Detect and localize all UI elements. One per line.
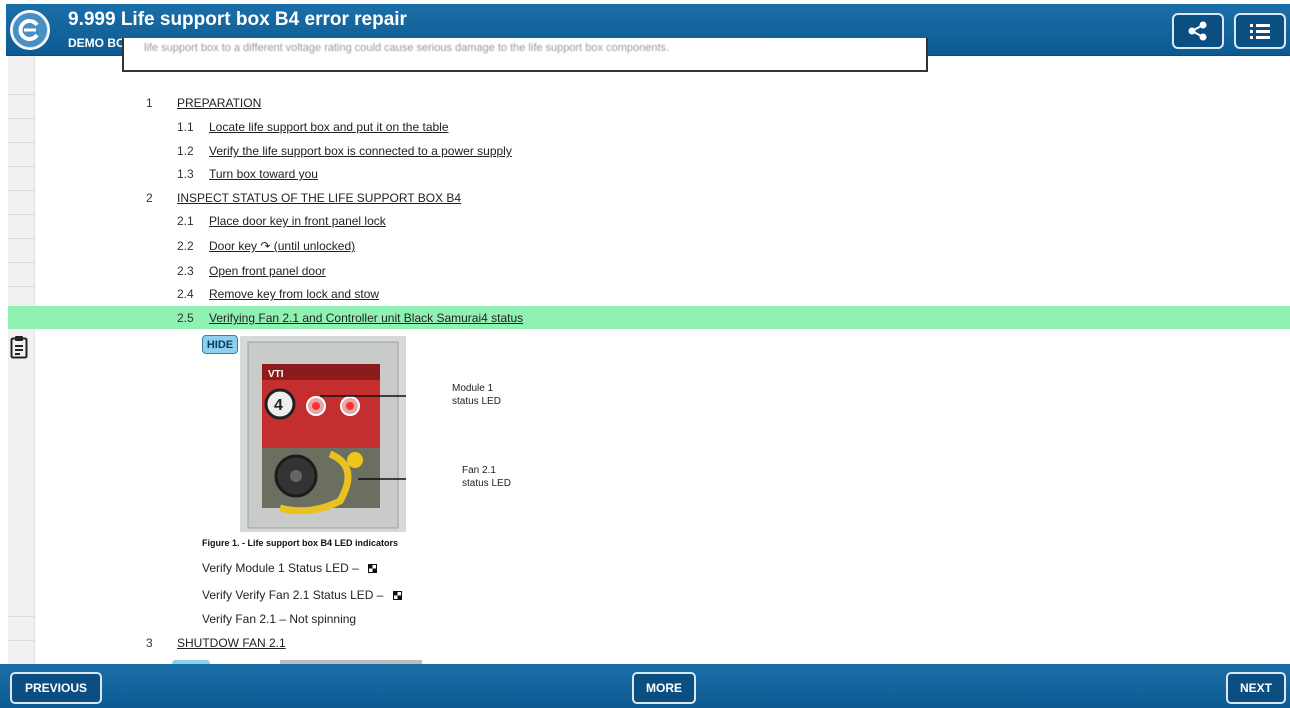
step-text[interactable]: Open front panel door (209, 264, 326, 278)
menu-button[interactable] (1234, 13, 1286, 49)
step-text[interactable]: Verify the life support box is connected… (209, 144, 512, 158)
step-number: 1 (146, 96, 153, 110)
step-number: 2.4 (177, 287, 194, 301)
navigation-footer: PREVIOUS MORE NEXT (0, 664, 1290, 708)
next-button[interactable]: NEXT (1226, 672, 1286, 704)
step-number: 3 (146, 636, 153, 650)
clipboard-icon[interactable] (10, 335, 28, 359)
procedure-title: 9.999 Life support box B4 error repair (68, 9, 407, 30)
verify-item: Verify Fan 2.1 – Not spinning (202, 612, 356, 626)
share-icon (1188, 21, 1207, 41)
callout-module-line-1: Module 1 (452, 383, 494, 394)
app-logo-icon (10, 10, 50, 50)
svg-text:4: 4 (274, 397, 283, 414)
callout-module-line-2: status LED (452, 396, 501, 407)
callout-fan-line-2: status LED (462, 478, 511, 489)
verify-text: Verify Verify Fan 2.1 Status LED – (202, 588, 384, 602)
verify-item: Verify Module 1 Status LED – (202, 561, 378, 575)
led-status-icon[interactable] (368, 564, 378, 573)
warning-note-text: life support box to a different voltage … (144, 42, 670, 54)
step-text[interactable]: Remove key from lock and stow (209, 287, 379, 301)
svg-text:VTI: VTI (268, 369, 284, 380)
more-button[interactable]: MORE (632, 672, 696, 704)
step-number: 1.1 (177, 120, 194, 134)
current-step-highlight (8, 306, 1290, 329)
fan-led-callout: Fan 2.1 status LED (462, 464, 511, 490)
step-number: 2.1 (177, 214, 194, 228)
callout-module-label: Module 1 status LED (452, 382, 501, 408)
verify-text: Verify Fan 2.1 – Not spinning (202, 612, 357, 626)
step-text[interactable]: PREPARATION (177, 96, 261, 110)
step-text[interactable]: Place door key in front panel lock (209, 214, 386, 228)
step-text[interactable]: SHUTDOW FAN 2.1 (177, 636, 286, 650)
step-number: 2 (146, 191, 153, 205)
list-icon (1250, 24, 1270, 39)
step-text[interactable]: Locate life support box and put it on th… (209, 120, 449, 134)
verify-text: Verify Module 1 Status LED – (202, 561, 359, 575)
step-number: 1.2 (177, 144, 194, 158)
callout-fan-line-1: Fan 2.1 (462, 465, 496, 476)
step-number: 2.2 (177, 239, 194, 253)
previous-button[interactable]: PREVIOUS (10, 672, 102, 704)
led-status-icon[interactable] (392, 591, 402, 600)
step-text[interactable]: Door key ↷ (until unlocked) (209, 239, 355, 253)
step-gutter (8, 56, 35, 664)
step-text[interactable]: INSPECT STATUS OF THE LIFE SUPPORT BOX B… (177, 191, 461, 205)
figure-caption: Figure 1. - Life support box B4 LED indi… (202, 538, 399, 548)
step-number: 1.3 (177, 167, 194, 181)
hide-figure-button[interactable]: HIDE (202, 335, 238, 354)
module-led-callout: Module 1 status LED (452, 382, 501, 408)
step-text[interactable]: Turn box toward you (209, 167, 318, 181)
step-number: 2.5 (177, 311, 194, 325)
share-button[interactable] (1172, 13, 1224, 49)
verify-item: Verify Verify Fan 2.1 Status LED – (202, 588, 402, 602)
warning-note-box: life support box to a different voltage … (122, 38, 928, 72)
step-text[interactable]: Verifying Fan 2.1 and Controller unit Bl… (209, 311, 523, 325)
step-number: 2.3 (177, 264, 194, 278)
life-support-box-photo: VTI 4 (240, 336, 406, 532)
